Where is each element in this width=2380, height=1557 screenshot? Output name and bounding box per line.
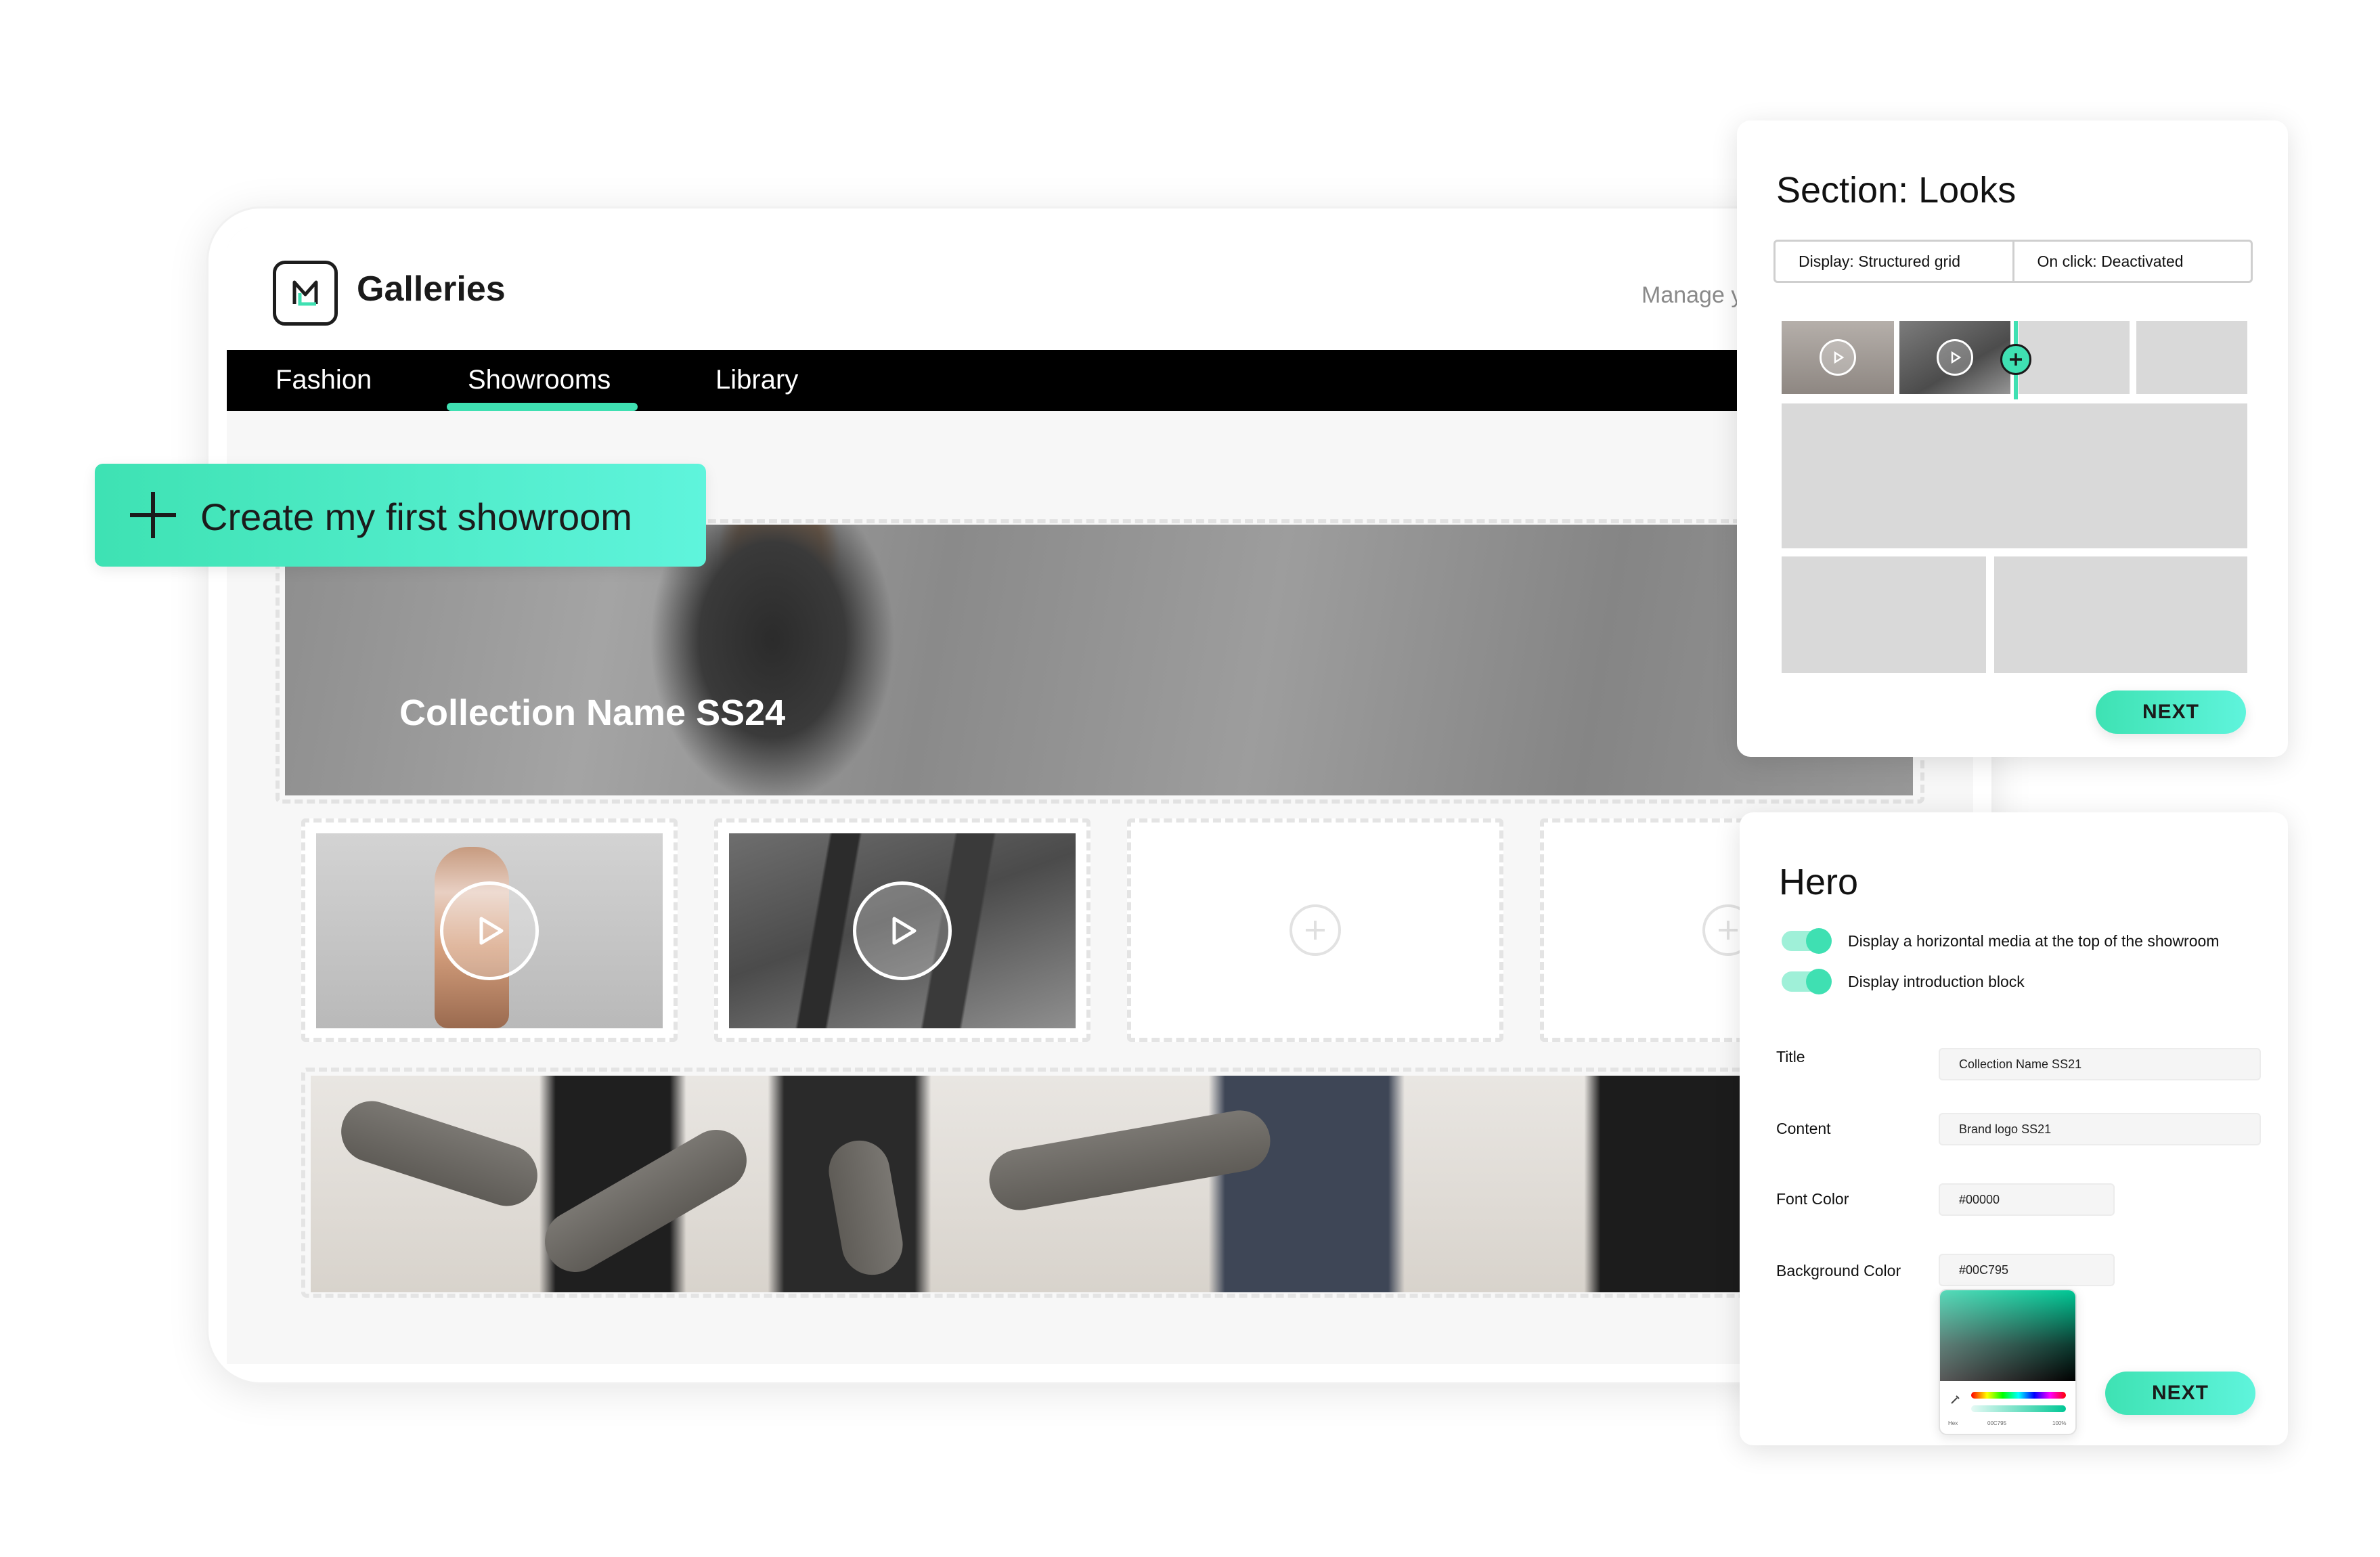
grid-cell-media[interactable] <box>1899 321 2010 394</box>
hex-value[interactable]: 00C795 <box>1987 1420 2006 1426</box>
play-icon <box>1937 339 1973 376</box>
play-icon <box>1820 339 1856 376</box>
hero-settings-panel: Hero Display a horizontal media at the t… <box>1740 812 2288 1445</box>
intro-block-toggle[interactable] <box>1782 969 1832 994</box>
nav-tab-showrooms[interactable]: Showrooms <box>468 365 611 395</box>
galleries-logo-icon <box>273 261 338 326</box>
font-color-input[interactable]: #00000 <box>1939 1183 2115 1216</box>
media-thumbnail <box>729 833 1076 1028</box>
play-icon[interactable] <box>440 881 539 980</box>
grid-cell-empty[interactable] <box>2019 321 2130 394</box>
active-tab-indicator <box>447 403 638 411</box>
color-picker[interactable]: Hex 00C795 100% <box>1939 1289 2077 1435</box>
hero-title: Collection Name SS24 <box>399 693 786 733</box>
panel-title: Hero <box>1779 862 1859 902</box>
saturation-area[interactable] <box>1940 1290 2075 1381</box>
horizontal-media-toggle[interactable] <box>1782 928 1832 954</box>
on-click-select[interactable]: On click: Deactivated <box>2012 242 2251 281</box>
grid-cell-empty[interactable] <box>2136 321 2247 394</box>
yoga-mat <box>533 1118 758 1284</box>
bg-color-input[interactable]: #00C795 <box>1939 1254 2115 1286</box>
toggle-label: Display introduction block <box>1848 972 2025 990</box>
media-tile[interactable] <box>714 818 1090 1042</box>
plus-icon <box>130 492 176 538</box>
empty-tile[interactable] <box>1127 818 1503 1042</box>
bg-color-label: Background Color <box>1776 1262 1901 1279</box>
create-showroom-label: Create my first showroom <box>200 496 632 538</box>
panel-title: Section: Looks <box>1776 170 2017 211</box>
display-mode-select[interactable]: Display: Structured grid <box>1776 242 2012 281</box>
hex-label: Hex <box>1948 1420 1958 1426</box>
grid-cell-empty[interactable] <box>1994 556 2247 673</box>
next-button[interactable]: NEXT <box>2105 1372 2255 1415</box>
app-header: Galleries Manage y <box>227 227 1973 350</box>
canvas: Galleries Manage y Fashion Showrooms Lib… <box>0 0 2380 1557</box>
main-nav: Fashion Showrooms Library <box>227 350 1973 411</box>
app-title: Galleries <box>357 269 506 309</box>
looks-section-panel: Section: Looks Display: Structured grid … <box>1737 120 2288 757</box>
media-tile[interactable] <box>301 818 678 1042</box>
insert-plus-icon[interactable] <box>2000 344 2031 375</box>
looks-options: Display: Structured grid On click: Deact… <box>1773 240 2253 283</box>
toggle-label: Display a horizontal media at the top of… <box>1848 931 2220 950</box>
eyedropper-icon[interactable] <box>1949 1393 1962 1405</box>
yoga-mat <box>824 1135 908 1280</box>
wide-media-image[interactable] <box>311 1076 1943 1292</box>
font-color-label: Font Color <box>1776 1190 1849 1208</box>
app-window: Galleries Manage y Fashion Showrooms Lib… <box>227 227 1973 1364</box>
content-input[interactable]: Brand logo SS21 <box>1939 1113 2261 1145</box>
toggle-row: Display introduction block <box>1782 968 2025 995</box>
grid-cell-media[interactable] <box>1782 321 1894 394</box>
yoga-mat <box>984 1105 1275 1215</box>
manage-text: Manage y <box>1641 282 1743 308</box>
content-label: Content <box>1776 1120 1831 1137</box>
alpha-slider[interactable] <box>1971 1405 2066 1412</box>
play-icon[interactable] <box>853 881 952 980</box>
nav-tab-library[interactable]: Library <box>715 365 798 395</box>
media-thumbnail <box>316 833 663 1028</box>
nav-tab-fashion[interactable]: Fashion <box>276 365 372 395</box>
yoga-mat <box>333 1093 546 1214</box>
grid-cell-empty[interactable] <box>1782 403 2247 548</box>
title-label: Title <box>1776 1048 1805 1066</box>
hue-slider[interactable] <box>1971 1392 2066 1399</box>
alpha-value[interactable]: 100% <box>2052 1420 2066 1426</box>
title-input[interactable]: Collection Name SS21 <box>1939 1048 2261 1080</box>
create-showroom-button[interactable]: Create my first showroom <box>95 464 706 567</box>
next-button[interactable]: NEXT <box>2096 690 2246 734</box>
toggle-row: Display a horizontal media at the top of… <box>1782 927 2219 955</box>
plus-icon[interactable] <box>1290 904 1341 956</box>
grid-cell-empty[interactable] <box>1782 556 1986 673</box>
